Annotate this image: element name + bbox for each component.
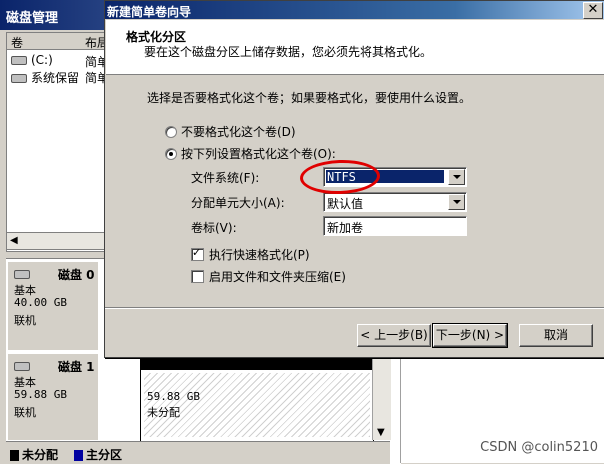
chevron-down-icon[interactable] <box>448 194 465 210</box>
volume-name: (C:) <box>31 53 53 67</box>
legend-primary: 主分区 <box>74 446 122 463</box>
legend-unallocated: 未分配 <box>10 446 58 463</box>
partition-size: 59.88 GB <box>147 390 200 403</box>
close-icon[interactable]: ✕ <box>583 2 603 19</box>
radio-format[interactable] <box>165 148 177 160</box>
volume-row[interactable]: 系统保留 <box>11 69 79 85</box>
file-system-label: 文件系统(F): <box>191 171 260 185</box>
quick-format-label[interactable]: 执行快速格式化(P) <box>209 246 310 263</box>
disk-name: 磁盘 0 <box>58 268 95 282</box>
cancel-button[interactable]: 取消 <box>519 324 593 347</box>
volume-label-label: 卷标(V): <box>191 221 237 235</box>
drive-icon <box>11 74 27 83</box>
scroll-down-icon[interactable]: ▼ <box>377 427 385 438</box>
volume-label-input[interactable]: 新加卷 <box>323 216 467 236</box>
disk-status: 联机 <box>14 406 36 419</box>
radio-no-format[interactable] <box>165 126 177 138</box>
separator <box>105 307 604 309</box>
partition-header-bar <box>141 356 373 370</box>
alloc-unit-select[interactable]: 默认值 <box>323 192 467 212</box>
disk-icon <box>14 270 30 279</box>
instruction-text: 选择是否要格式化这个卷；如果要格式化，要使用什么设置。 <box>147 91 472 105</box>
wizard-header: 格式化分区 要在这个磁盘分区上储存数据，您必须先将其格式化。 <box>106 20 604 75</box>
volume-name: 系统保留 <box>31 71 80 85</box>
disk-status: 联机 <box>14 314 36 327</box>
disk-size: 40.00 GB <box>14 296 67 309</box>
disk-size: 59.88 GB <box>14 388 67 401</box>
vertical-scrollbar[interactable]: ▼ <box>372 355 391 440</box>
disk-management-title: 磁盘管理 <box>6 11 59 26</box>
radio-no-format-label[interactable]: 不要格式化这个卷(D) <box>181 123 296 140</box>
compression-checkbox[interactable] <box>191 270 204 283</box>
unallocated-swatch-icon <box>10 450 19 461</box>
disk-0-label[interactable]: 磁盘 0 基本 40.00 GB 联机 <box>8 262 98 350</box>
alloc-unit-value: 默认值 <box>327 197 364 211</box>
wizard-title: 新建简单卷向导 <box>107 5 192 19</box>
watermark: CSDN @colin5210 <box>480 440 598 455</box>
back-button[interactable]: < 上一步(B) <box>357 324 431 347</box>
wizard-titlebar[interactable]: 新建简单卷向导 ✕ <box>105 1 604 19</box>
alloc-unit-label: 分配单元大小(A): <box>191 196 285 210</box>
disk-icon <box>14 362 30 371</box>
legend-primary-label: 主分区 <box>86 448 123 462</box>
partition-label: 未分配 <box>147 406 180 419</box>
page-description: 要在这个磁盘分区上储存数据，您必须先将其格式化。 <box>144 45 433 59</box>
scroll-left-icon[interactable]: ◀ <box>10 235 18 246</box>
chevron-down-icon[interactable] <box>448 169 465 185</box>
next-button[interactable]: 下一步(N) > <box>432 323 508 348</box>
legend-unallocated-label: 未分配 <box>22 448 59 462</box>
unallocated-partition[interactable]: 59.88 GB 未分配 <box>140 355 374 442</box>
disk-name: 磁盘 1 <box>58 360 95 374</box>
drive-icon <box>11 56 27 65</box>
column-header-volume[interactable]: 卷 <box>11 34 23 51</box>
volume-label-value: 新加卷 <box>327 221 364 235</box>
primary-swatch-icon <box>74 450 83 461</box>
volume-row[interactable]: (C:) <box>11 53 53 69</box>
quick-format-checkbox[interactable] <box>191 246 204 261</box>
compression-label[interactable]: 启用文件和文件夹压缩(E) <box>209 268 346 285</box>
legend-bar: 未分配 主分区 <box>6 441 390 464</box>
radio-format-label[interactable]: 按下列设置格式化这个卷(O): <box>181 145 336 162</box>
disk-1-label[interactable]: 磁盘 1 基本 59.88 GB 联机 <box>8 354 98 440</box>
